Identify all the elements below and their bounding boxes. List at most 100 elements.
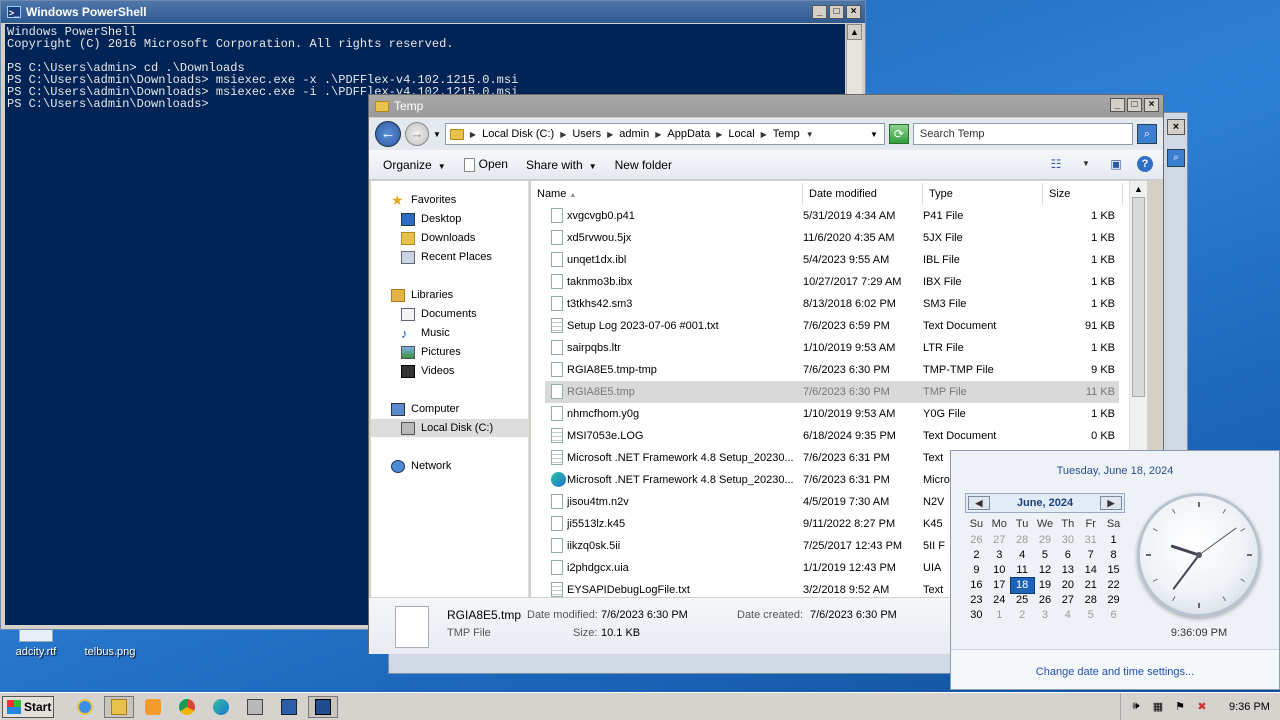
- file-row[interactable]: taknmo3b.ibx 10/27/2017 7:29 AM IBX File 1 …: [545, 271, 1119, 293]
- calendar-day[interactable]: 20: [1056, 578, 1079, 593]
- file-row[interactable]: Setup Log 2023-07-06 #001.txt 7/6/2023 6:…: [545, 315, 1119, 337]
- calendar-day[interactable]: 13: [1056, 563, 1079, 578]
- action-center-icon[interactable]: ⚑: [1173, 700, 1187, 714]
- calendar-day[interactable]: 29: [1034, 533, 1057, 548]
- calendar-day[interactable]: 14: [1079, 563, 1102, 578]
- calendar-day[interactable]: 22: [1102, 578, 1125, 593]
- calendar-day[interactable]: 28: [1011, 533, 1034, 548]
- network-tray-icon[interactable]: ▦: [1151, 700, 1165, 714]
- calendar-day[interactable]: 24: [988, 593, 1011, 608]
- file-row[interactable]: t3tkhs42.sm3 8/13/2018 6:02 PM SM3 File 1 K…: [545, 293, 1119, 315]
- recent-pages-dropdown[interactable]: ▼: [433, 130, 441, 139]
- file-row[interactable]: xvgcvgb0.p41 5/31/2019 4:34 AM P41 File 1 K…: [545, 205, 1119, 227]
- calendar-day[interactable]: 27: [988, 533, 1011, 548]
- nav-videos[interactable]: Videos: [401, 362, 454, 380]
- breadcrumb-users[interactable]: Users ▶: [572, 128, 613, 140]
- installer-icon[interactable]: [240, 696, 270, 718]
- maximize-button[interactable]: □: [829, 5, 844, 19]
- calendar-day[interactable]: 7: [1079, 548, 1102, 563]
- nav-music[interactable]: ♪ Music: [401, 324, 450, 342]
- preview-pane-icon[interactable]: ▣: [1107, 156, 1125, 172]
- back-arrow-icon[interactable]: ←: [375, 121, 401, 147]
- calendar-day[interactable]: 2: [965, 548, 988, 563]
- desktop-icon-telbus[interactable]: telbus.png: [80, 628, 140, 658]
- close-icon[interactable]: ×: [1167, 119, 1185, 135]
- calendar-day-today[interactable]: 18: [1009, 577, 1035, 594]
- edge-icon[interactable]: [206, 696, 236, 718]
- calendar-day[interactable]: 1: [988, 608, 1011, 623]
- calendar-day[interactable]: 8: [1102, 548, 1125, 563]
- new-folder-button[interactable]: New folder: [615, 158, 672, 172]
- next-month-icon[interactable]: ▶: [1099, 496, 1122, 510]
- file-row[interactable]: RGIA8E5.tmp 7/6/2023 6:30 PM TMP File 11 KB: [545, 381, 1119, 403]
- calendar-day[interactable]: 26: [965, 533, 988, 548]
- calendar-day[interactable]: 6: [1056, 548, 1079, 563]
- calendar-day[interactable]: 2: [1011, 608, 1034, 623]
- calendar-day[interactable]: 3: [988, 548, 1011, 563]
- minimize-button[interactable]: _: [812, 5, 827, 19]
- calendar-day[interactable]: 27: [1056, 593, 1079, 608]
- calendar-day[interactable]: 28: [1079, 593, 1102, 608]
- scrollbar-thumb[interactable]: [1132, 197, 1145, 397]
- file-row[interactable]: unqet1dx.ibl 5/4/2023 9:55 AM IBL File 1 KB: [545, 249, 1119, 271]
- nav-network[interactable]: Network: [391, 457, 451, 475]
- nav-recent-places[interactable]: Recent Places: [401, 248, 492, 266]
- nav-pictures[interactable]: Pictures: [401, 343, 461, 361]
- nav-desktop[interactable]: Desktop: [401, 210, 461, 228]
- search-input[interactable]: Search Temp: [912, 123, 1133, 145]
- close-button[interactable]: ×: [846, 5, 861, 19]
- help-icon[interactable]: ?: [1137, 156, 1153, 172]
- chrome-icon[interactable]: [172, 696, 202, 718]
- breadcrumb-local-disk[interactable]: Local Disk (C:) ▶: [482, 128, 566, 140]
- breadcrumb-local[interactable]: Local ▶: [728, 128, 766, 140]
- calendar-day[interactable]: 4: [1011, 548, 1034, 563]
- volume-icon[interactable]: 🕪: [1129, 700, 1143, 714]
- close-button[interactable]: ×: [1144, 98, 1159, 112]
- internet-explorer-icon[interactable]: [70, 696, 100, 718]
- calendar-day[interactable]: 29: [1102, 593, 1125, 608]
- calendar-day[interactable]: 19: [1034, 578, 1057, 593]
- nav-libraries[interactable]: Libraries: [391, 286, 453, 304]
- scroll-up-icon[interactable]: ▲: [1130, 181, 1147, 197]
- nav-documents[interactable]: Documents: [401, 305, 477, 323]
- calendar-day[interactable]: 30: [1056, 533, 1079, 548]
- clock-text[interactable]: 9:36 PM: [1229, 701, 1270, 713]
- nav-downloads[interactable]: Downloads: [401, 229, 475, 247]
- file-row[interactable]: nhmcfhom.y0g 1/10/2019 9:53 AM Y0G File 1 K…: [545, 403, 1119, 425]
- powershell-taskbar-icon[interactable]: [274, 696, 304, 718]
- chevron-down-icon[interactable]: ▼: [1077, 156, 1095, 172]
- powershell-titlebar[interactable]: >_ Windows PowerShell _ □ ×: [1, 1, 865, 23]
- view-options-icon[interactable]: ☷: [1047, 156, 1065, 172]
- minimize-button[interactable]: _: [1110, 98, 1125, 112]
- security-icon[interactable]: ✖: [1195, 700, 1209, 714]
- previous-month-icon[interactable]: ◀: [968, 496, 990, 510]
- address-bar[interactable]: ▶ Local Disk (C:) ▶ Users ▶ admin ▶ AppData…: [444, 123, 885, 145]
- calendar-day[interactable]: 31: [1079, 533, 1102, 548]
- calendar-day[interactable]: 16: [965, 578, 988, 593]
- breadcrumb-temp[interactable]: Temp ▼: [773, 128, 814, 140]
- calendar-day[interactable]: 11: [1011, 563, 1034, 578]
- calendar-day[interactable]: 26: [1034, 593, 1057, 608]
- forward-arrow-icon[interactable]: →: [405, 122, 429, 146]
- calendar-day[interactable]: 5: [1034, 548, 1057, 563]
- maximize-button[interactable]: □: [1127, 98, 1142, 112]
- search-icon[interactable]: ⌕: [1136, 124, 1157, 144]
- scroll-up-icon[interactable]: ▲: [847, 24, 862, 40]
- calendar-day[interactable]: 4: [1056, 608, 1079, 623]
- search-icon[interactable]: ⌕: [1167, 149, 1185, 167]
- calendar-month-label[interactable]: June, 2024: [1017, 497, 1073, 509]
- column-date-modified[interactable]: Date modified: [803, 183, 923, 205]
- column-name[interactable]: Name ▲: [531, 183, 803, 205]
- calendar-day[interactable]: 30: [965, 608, 988, 623]
- calendar-day[interactable]: 17: [988, 578, 1011, 593]
- column-size[interactable]: Size: [1043, 183, 1123, 205]
- open-button[interactable]: Open: [463, 157, 508, 172]
- calendar-day[interactable]: 1: [1102, 533, 1125, 548]
- calendar-day[interactable]: 5: [1079, 608, 1102, 623]
- calendar-day[interactable]: 21: [1079, 578, 1102, 593]
- calendar-day[interactable]: 15: [1102, 563, 1125, 578]
- calendar-day[interactable]: 12: [1034, 563, 1057, 578]
- file-row[interactable]: xd5rvwou.5jx 11/6/2020 4:35 AM 5JX File 1 K…: [545, 227, 1119, 249]
- share-with-button[interactable]: Share with ▼: [526, 158, 597, 172]
- calendar-day[interactable]: 10: [988, 563, 1011, 578]
